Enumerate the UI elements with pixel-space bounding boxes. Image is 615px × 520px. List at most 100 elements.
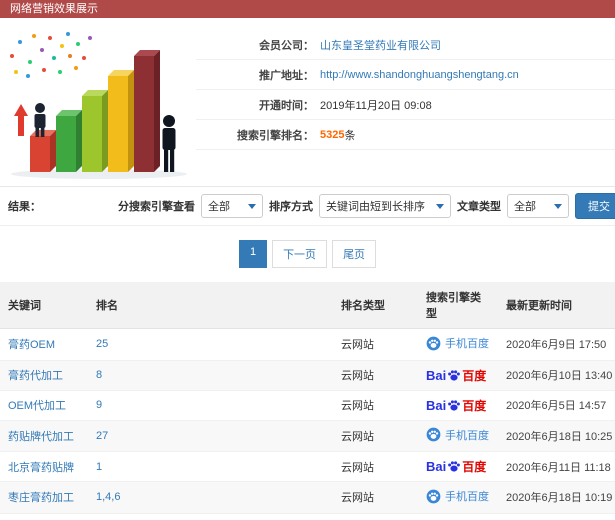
bar-maroon <box>134 50 160 172</box>
sort-filter-label: 排序方式 <box>269 201 313 213</box>
updated-time-cell: 2020年6月18日 10:25 <box>498 420 615 452</box>
info-row: 会员公司： 山东皇圣堂药业有限公司 <box>196 30 615 60</box>
keyword-cell[interactable]: 北京膏药贴牌 <box>0 451 88 482</box>
table-row: OEM代加工 9 云网站 Bai 百度 2020年6月5日 14:57 <box>0 390 615 421</box>
column-header: 最新更新时间 <box>498 282 615 329</box>
table-row: 膏药代加工 8 云网站 Bai 百度 2020年6月10日 13:40 <box>0 360 615 391</box>
next-page-button[interactable]: 下一页 <box>272 240 328 268</box>
up-arrow <box>14 104 28 136</box>
updated-time-cell: 2020年5月29日 10:32 <box>498 513 615 520</box>
page-title: 网络营销效果展示 <box>10 3 98 15</box>
baidu-latin: Bai <box>426 397 447 413</box>
engine-cell: Bai 百度 <box>418 451 498 482</box>
submit-button[interactable]: 提交 <box>575 193 615 219</box>
info-value: 2019年11月20日 09:08 <box>320 99 432 112</box>
keyword-cell[interactable]: 膏药OEM <box>0 328 88 361</box>
bar-chart-illustration <box>4 28 190 180</box>
rank-type-cell: 云网站 <box>333 390 418 421</box>
mobile-baidu-icon <box>426 336 441 350</box>
engine-cell: 手机百度 <box>418 328 498 361</box>
mobile-baidu-icon <box>426 427 441 442</box>
chevron-down-icon <box>436 203 444 209</box>
engine-cell: 手机百度 <box>418 420 498 452</box>
type-select-value: 全部 <box>514 201 536 213</box>
info-label: 会员公司： <box>259 39 314 52</box>
table-row: 药贴牌代加工 27 云网站 手机百度 2020年6月18日 10:25 <box>0 420 615 452</box>
keyword-cell[interactable]: 医疗器械厂家 <box>0 513 88 520</box>
mobile-baidu-logo: 手机百度 <box>426 488 489 504</box>
chevron-down-icon <box>554 203 562 209</box>
type-select[interactable]: 全部 <box>507 194 569 218</box>
engine-cell: Bai百度 <box>418 360 498 391</box>
table-row: 枣庄膏药加工 1,4,6 云网站 手机百度 2020年6月18日 10:19 <box>0 481 615 514</box>
engine-cell: Bai 百度 <box>418 390 498 421</box>
sort-select-value: 关键词由短到长排序 <box>326 201 425 213</box>
rank-cell: 1,4,6 <box>88 481 333 514</box>
keyword-cell[interactable]: 枣庄膏药加工 <box>0 481 88 514</box>
rank-cell: 4 <box>88 513 333 520</box>
page-header: 网络营销效果展示 <box>0 0 615 18</box>
chevron-down-icon <box>248 203 256 209</box>
rank-cell: 9 <box>88 390 333 421</box>
updated-time-cell: 2020年6月9日 17:50 <box>498 328 615 361</box>
engine-select[interactable]: 全部 <box>201 194 263 218</box>
type-filter-label: 文章类型 <box>457 201 501 213</box>
keyword-cell[interactable]: OEM代加工 <box>0 390 88 421</box>
rank-type-cell: 云网站 <box>333 451 418 482</box>
rank-type-cell: 云网站 <box>333 481 418 514</box>
page: 网络营销效果展示 会员公司： 山东皇圣堂药业有限公司 推广地址： http://… <box>0 0 615 520</box>
keyword-cell[interactable]: 药贴牌代加工 <box>0 420 88 452</box>
table-row: 医疗器械厂家4云网站Bai百度2020年5月29日 10:32 <box>0 513 615 520</box>
info-section: 会员公司： 山东皇圣堂药业有限公司推广地址： http://www.shandong… <box>0 18 615 186</box>
info-row: 推广地址： http://www.shandonghuangshengtang.c… <box>196 60 615 90</box>
rank-cell: 8 <box>88 360 333 391</box>
baidu-cn-label: 百度 <box>462 460 487 474</box>
engine-cell: 手机百度 <box>418 481 498 514</box>
updated-time-cell: 2020年6月11日 11:18 <box>498 451 615 482</box>
bar-green <box>56 110 82 172</box>
rank-type-cell: 云网站 <box>333 360 418 391</box>
updated-time-cell: 2020年6月10日 13:40 <box>498 360 615 391</box>
mobile-baidu-icon <box>426 489 441 503</box>
baidu-cn-label: 百度 <box>462 398 487 413</box>
baidu-latin: Bai <box>426 459 447 474</box>
page-1-button[interactable]: 1 <box>238 240 268 268</box>
mobile-baidu-label: 手机百度 <box>445 338 489 350</box>
filter-bar: 结果： 分搜索引擎查看 全部 排序方式 关键词由短到长排序 文章类型 全部 提交 <box>0 186 615 226</box>
engine-cell: Bai百度 <box>418 513 498 520</box>
baidu-logo: Bai 百度 <box>426 397 486 414</box>
column-header: 排名 <box>88 282 333 329</box>
rank-type-cell: 云网站 <box>333 420 418 452</box>
baidu-logo: Bai 百度 <box>426 458 486 475</box>
engine-select-value: 全部 <box>208 201 230 213</box>
mobile-baidu-logo: 手机百度 <box>426 427 489 443</box>
mobile-baidu-label: 手机百度 <box>445 429 489 442</box>
info-value[interactable]: http://www.shandonghuangshengtang.cn <box>320 69 519 81</box>
sort-select[interactable]: 关键词由短到长排序 <box>319 194 451 218</box>
baidu-paw-icon <box>448 369 461 381</box>
column-header: 搜索引擎类型 <box>418 282 498 329</box>
info-label: 搜索引擎排名： <box>237 129 314 142</box>
rank-cell: 1 <box>88 451 333 482</box>
info-value[interactable]: 山东皇圣堂药业有限公司 <box>320 37 441 53</box>
engine-filter-label: 分搜索引擎查看 <box>118 201 195 213</box>
keyword-cell[interactable]: 膏药代加工 <box>0 360 88 391</box>
mobile-baidu-logo: 手机百度 <box>426 335 489 351</box>
last-page-button[interactable]: 尾页 <box>332 240 377 268</box>
info-row: 搜索引擎排名： 5325 条 <box>196 120 615 150</box>
businessman-right <box>162 115 176 172</box>
info-label: 开通时间： <box>259 99 314 112</box>
rank-cell: 25 <box>88 328 333 361</box>
baidu-paw-icon <box>448 399 461 411</box>
column-header: 关键词 <box>0 282 88 329</box>
confetti-dots <box>10 32 92 78</box>
pagination: 1 下一页 尾页 <box>0 240 615 268</box>
bar-yellow <box>108 70 134 172</box>
table-header-row: 关键词 排名 排名类型 搜索引擎类型 最新更新时间 <box>0 282 615 329</box>
rank-cell: 27 <box>88 420 333 452</box>
column-header: 排名类型 <box>333 282 418 329</box>
results-label: 结果： <box>8 201 41 213</box>
baidu-cn-label: 百度 <box>462 368 487 383</box>
info-label: 推广地址： <box>259 69 314 82</box>
rank-type-cell: 云网站 <box>333 328 418 361</box>
